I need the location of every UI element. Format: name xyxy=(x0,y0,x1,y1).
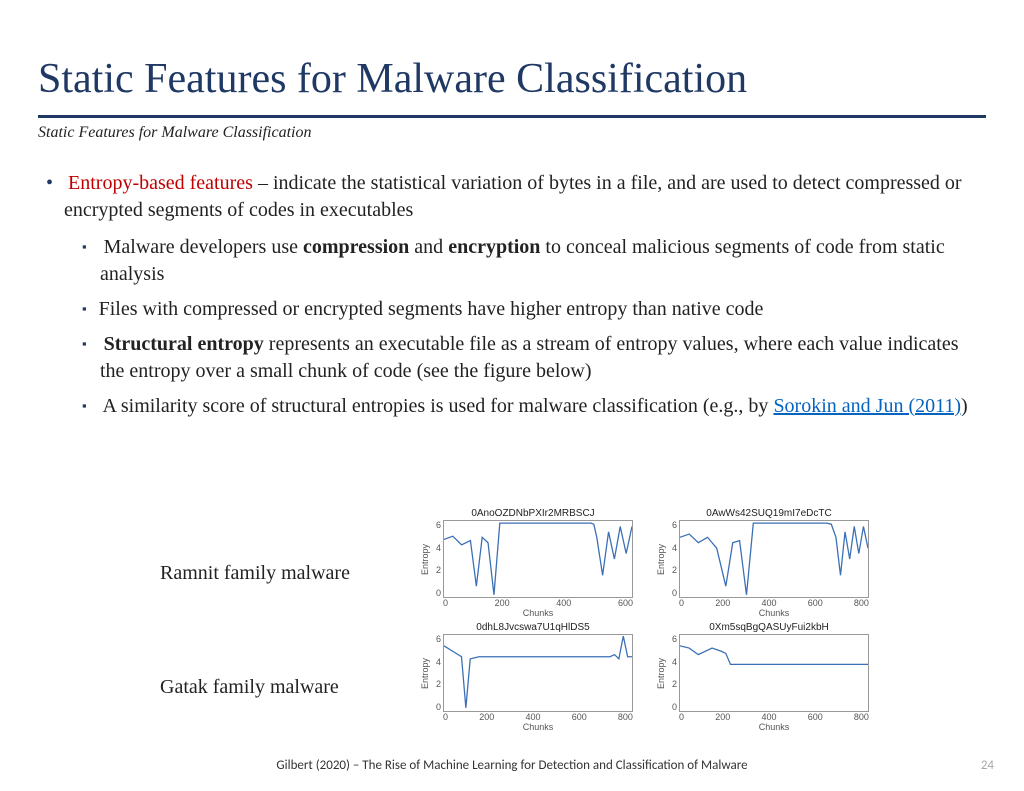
chart-title: 0AnoOZDNbPXIr2MRBSCJ xyxy=(420,508,646,519)
x-axis-label: Chunks xyxy=(679,608,869,618)
entropy-chart: 0AnoOZDNbPXIr2MRBSCJ Entropy 6420 020040… xyxy=(420,508,646,618)
y-axis-label: Entropy xyxy=(656,520,667,598)
slide-subtitle: Static Features for Malware Classificati… xyxy=(38,124,986,142)
chart-row-gatak: Gatak family malware 0dhL8Jvcswa7U1qHlDS… xyxy=(160,622,980,732)
x-axis-ticks: 0200400600 xyxy=(443,598,633,608)
y-axis-ticks: 6420 xyxy=(667,634,679,712)
chart-row-ramnit: Ramnit family malware 0AnoOZDNbPXIr2MRBS… xyxy=(160,508,980,618)
bullet-main: Entropy-based features – indicate the st… xyxy=(38,170,986,224)
citation-link[interactable]: Sorokin and Jun (2011) xyxy=(773,395,961,417)
x-axis-ticks: 0200400600800 xyxy=(679,712,869,722)
x-axis-ticks: 0200400600800 xyxy=(679,598,869,608)
charts-area: Ramnit family malware 0AnoOZDNbPXIr2MRBS… xyxy=(160,508,980,736)
entropy-chart: 0Xm5sqBgQASUyFui2kbH Entropy 6420 020040… xyxy=(656,622,882,732)
chart-title: 0AwWs42SUQ19mI7eDcTC xyxy=(656,508,882,519)
sub-bullet-1: Malware developers use compression and e… xyxy=(38,234,986,288)
page-number: 24 xyxy=(981,758,994,773)
slide-title: Static Features for Malware Classificati… xyxy=(38,55,986,103)
y-axis-label: Entropy xyxy=(420,520,431,598)
entropy-chart: 0AwWs42SUQ19mI7eDcTC Entropy 6420 020040… xyxy=(656,508,882,618)
entropy-chart: 0dhL8Jvcswa7U1qHlDS5 Entropy 6420 020040… xyxy=(420,622,646,732)
x-axis-ticks: 0200400600800 xyxy=(443,712,633,722)
y-axis-label: Entropy xyxy=(420,634,431,712)
plot-area xyxy=(443,634,633,712)
row-label-gatak: Gatak family malware xyxy=(160,656,420,699)
chart-title: 0dhL8Jvcswa7U1qHlDS5 xyxy=(420,622,646,633)
plot-area xyxy=(443,520,633,598)
y-axis-ticks: 6420 xyxy=(667,520,679,598)
plot-area xyxy=(679,520,869,598)
x-axis-label: Chunks xyxy=(443,722,633,732)
chart-title: 0Xm5sqBgQASUyFui2kbH xyxy=(656,622,882,633)
plot-area xyxy=(679,634,869,712)
y-axis-label: Entropy xyxy=(656,634,667,712)
x-axis-label: Chunks xyxy=(679,722,869,732)
x-axis-label: Chunks xyxy=(443,608,633,618)
row-label-ramnit: Ramnit family malware xyxy=(160,542,420,585)
y-axis-ticks: 6420 xyxy=(431,634,443,712)
slide-content: Entropy-based features – indicate the st… xyxy=(38,170,986,420)
title-rule xyxy=(38,115,986,118)
sub-bullet-2: Files with compressed or encrypted segme… xyxy=(38,296,986,323)
sub-bullet-4: A similarity score of structural entropi… xyxy=(38,393,986,420)
footer-citation: Gilbert (2020) – The Rise of Machine Lea… xyxy=(0,758,1024,773)
highlight-term: Entropy-based features xyxy=(68,172,253,194)
y-axis-ticks: 6420 xyxy=(431,520,443,598)
sub-bullet-3: Structural entropy represents an executa… xyxy=(38,331,986,385)
